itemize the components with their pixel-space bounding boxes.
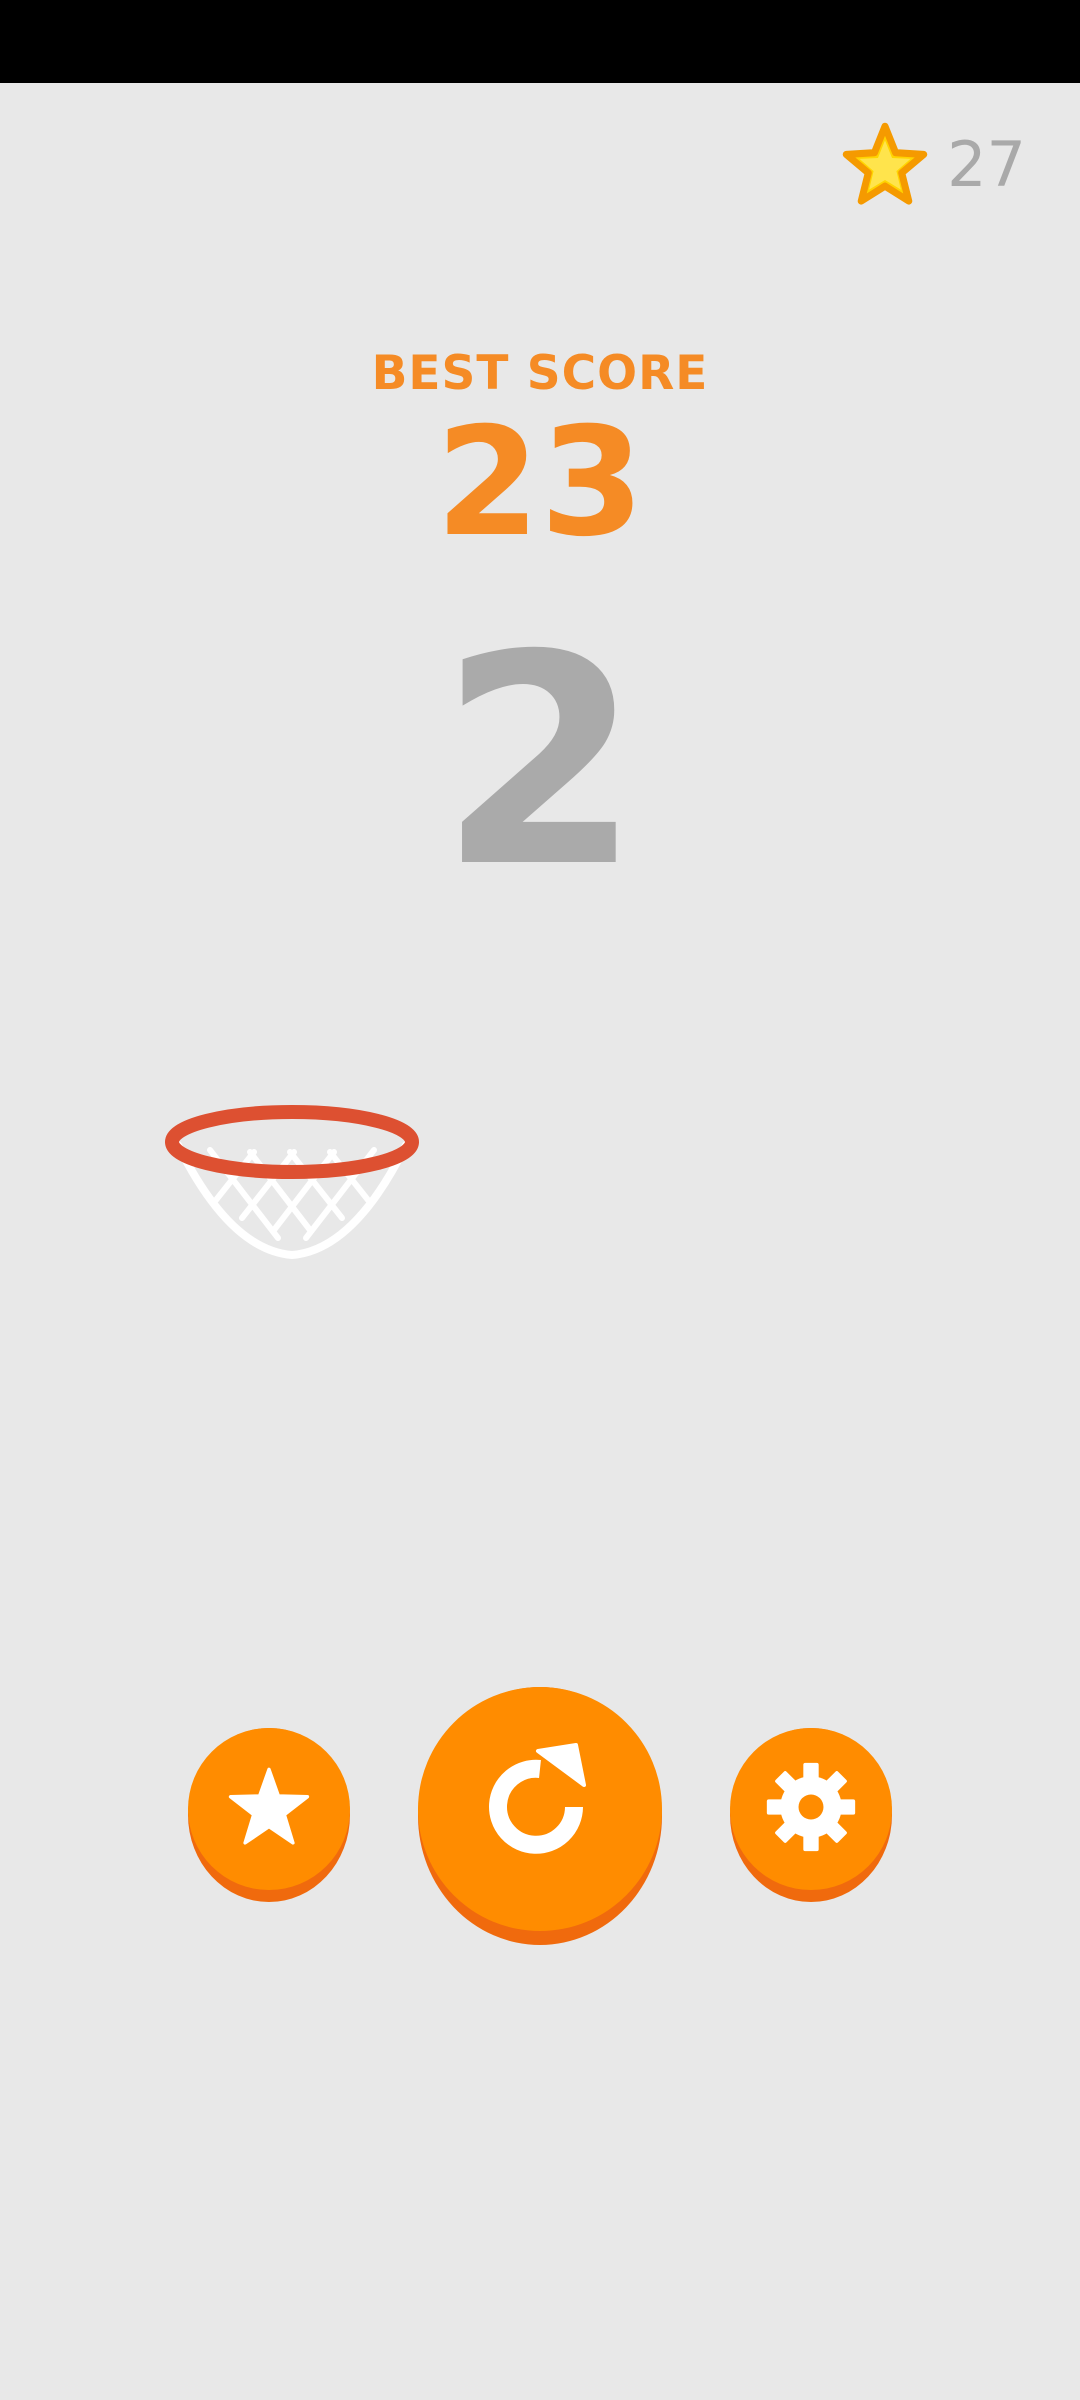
replay-icon — [478, 1739, 602, 1879]
replay-button[interactable] — [418, 1687, 662, 1945]
settings-button[interactable] — [730, 1728, 892, 1902]
star-icon — [226, 1766, 312, 1852]
favorites-button[interactable] — [188, 1728, 350, 1902]
star-counter: 27 — [841, 118, 1026, 212]
gear-icon — [763, 1759, 859, 1859]
status-bar — [0, 0, 1080, 83]
current-score: 2 — [439, 594, 641, 931]
star-count: 27 — [947, 128, 1026, 201]
best-score-label: BEST SCORE — [371, 346, 709, 401]
best-score-value: 23 — [435, 396, 645, 570]
star-icon — [841, 121, 929, 209]
basketball-hoop-icon — [160, 1100, 424, 1264]
